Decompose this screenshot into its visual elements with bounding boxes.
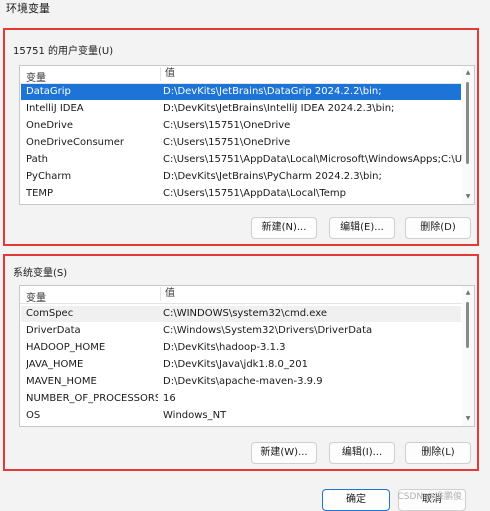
table-row[interactable]: OneDriveConsumer C:\Users\15751\OneDrive xyxy=(21,135,461,151)
scroll-down-arrow-icon[interactable]: ▼ xyxy=(462,192,474,202)
scroll-up-arrow-icon[interactable]: ▲ xyxy=(462,68,474,78)
system-variables-list[interactable]: 变量 值 ComSpec C:\WINDOWS\system32\cmd.exe… xyxy=(19,285,475,427)
column-header-value[interactable]: 值 xyxy=(160,287,175,301)
variable-name: OneDrive xyxy=(26,120,74,131)
user-variables-group-title: 15751 的用户变量(U) xyxy=(13,46,114,57)
table-row[interactable]: NUMBER_OF_PROCESSORS 16 xyxy=(21,391,461,407)
table-row[interactable]: OS Windows_NT xyxy=(21,408,461,424)
variable-value: D:\DevKits\hadoop-3.1.3 xyxy=(163,342,286,353)
table-row[interactable]: HADOOP_HOME D:\DevKits\hadoop-3.1.3 xyxy=(21,340,461,356)
user-variables-group: 15751 的用户变量(U) 变量 值 DataGrip D:\DevKits\… xyxy=(3,28,479,246)
variable-value: C:\Users\15751\AppData\Local\Microsoft\W… xyxy=(163,154,463,165)
table-row[interactable]: IntelliJ IDEA D:\DevKits\JetBrains\Intel… xyxy=(21,101,461,117)
user-edit-button[interactable]: 编辑(E)... xyxy=(329,217,395,239)
system-delete-button[interactable]: 删除(L) xyxy=(405,442,471,464)
table-row[interactable]: OneDrive C:\Users\15751\OneDrive xyxy=(21,118,461,134)
variable-value: Windows_NT xyxy=(163,410,227,421)
variable-value: C:\Users\15751\OneDrive xyxy=(163,137,291,148)
variable-value: C:\Windows\System32\Drivers\DriverData xyxy=(163,325,373,336)
table-row[interactable]: PyCharm D:\DevKits\JetBrains\PyCharm 202… xyxy=(21,169,461,185)
variable-name: Path xyxy=(26,154,48,165)
user-variables-list[interactable]: 变量 值 DataGrip D:\DevKits\JetBrains\DataG… xyxy=(19,65,475,205)
variable-name: OneDriveConsumer xyxy=(26,137,125,148)
variable-value: C:\Users\15751\OneDrive xyxy=(163,120,291,131)
user-variables-header: 变量 值 xyxy=(20,66,462,84)
column-header-name[interactable]: 变量 xyxy=(26,289,46,304)
scroll-thumb[interactable] xyxy=(466,82,469,164)
variable-name: IntelliJ IDEA xyxy=(26,103,84,114)
user-variables-scrollbar[interactable]: ▲ ▼ xyxy=(462,66,474,204)
scroll-down-arrow-icon[interactable]: ▼ xyxy=(462,414,474,424)
table-row[interactable]: DriverData C:\Windows\System32\Drivers\D… xyxy=(21,323,461,339)
scroll-thumb[interactable] xyxy=(466,302,469,348)
watermark: CSDN @准鹏俊 xyxy=(397,492,462,502)
table-row[interactable]: TEMP C:\Users\15751\AppData\Local\Temp xyxy=(21,186,461,202)
table-row[interactable]: MAVEN_HOME D:\DevKits\apache-maven-3.9.9 xyxy=(21,374,461,390)
column-header-value[interactable]: 值 xyxy=(160,67,175,81)
variable-value: C:\WINDOWS\system32\cmd.exe xyxy=(163,308,327,319)
user-new-button[interactable]: 新建(N)... xyxy=(251,217,317,239)
table-row[interactable]: Path C:\Users\15751\AppData\Local\Micros… xyxy=(21,152,463,168)
system-variables-group: 系统变量(S) 变量 值 ComSpec C:\WINDOWS\system32… xyxy=(3,254,479,471)
variable-name: MAVEN_HOME xyxy=(26,376,97,387)
variable-name: TEMP xyxy=(26,188,54,199)
user-delete-button[interactable]: 删除(D) xyxy=(405,217,471,239)
variable-value: D:\DevKits\Java\jdk1.8.0_201 xyxy=(163,359,308,370)
table-row[interactable]: DataGrip D:\DevKits\JetBrains\DataGrip 2… xyxy=(21,84,461,100)
table-row[interactable]: ComSpec C:\WINDOWS\system32\cmd.exe xyxy=(21,306,461,322)
variable-value: D:\DevKits\apache-maven-3.9.9 xyxy=(163,376,323,387)
variable-value: 16 xyxy=(163,393,176,404)
variable-value: D:\DevKits\JetBrains\DataGrip 2024.2.2\b… xyxy=(163,86,382,97)
variable-name: NUMBER_OF_PROCESSORS xyxy=(26,393,158,404)
variable-name: ComSpec xyxy=(26,308,74,319)
system-edit-button[interactable]: 编辑(I)... xyxy=(329,442,395,464)
window-title: 环境变量 xyxy=(6,2,50,15)
table-row[interactable]: JAVA_HOME D:\DevKits\Java\jdk1.8.0_201 xyxy=(21,357,461,373)
system-variables-group-title: 系统变量(S) xyxy=(13,268,68,279)
system-variables-scrollbar[interactable]: ▲ ▼ xyxy=(462,286,474,426)
variable-name: HADOOP_HOME xyxy=(26,342,106,353)
variable-name: DriverData xyxy=(26,325,81,336)
variable-value: C:\Users\15751\AppData\Local\Temp xyxy=(163,188,346,199)
scroll-up-arrow-icon[interactable]: ▲ xyxy=(462,288,474,298)
column-header-name[interactable]: 变量 xyxy=(26,69,46,84)
variable-value: D:\DevKits\JetBrains\IntelliJ IDEA 2024.… xyxy=(163,103,395,114)
variable-name: JAVA_HOME xyxy=(26,359,84,370)
system-new-button[interactable]: 新建(W)... xyxy=(251,442,317,464)
variable-name: DataGrip xyxy=(26,86,71,97)
variable-name: PyCharm xyxy=(26,171,72,182)
system-variables-header: 变量 值 xyxy=(20,286,462,304)
variable-value: D:\DevKits\JetBrains\PyCharm 2024.2.3\bi… xyxy=(163,171,382,182)
variable-name: OS xyxy=(26,410,41,421)
